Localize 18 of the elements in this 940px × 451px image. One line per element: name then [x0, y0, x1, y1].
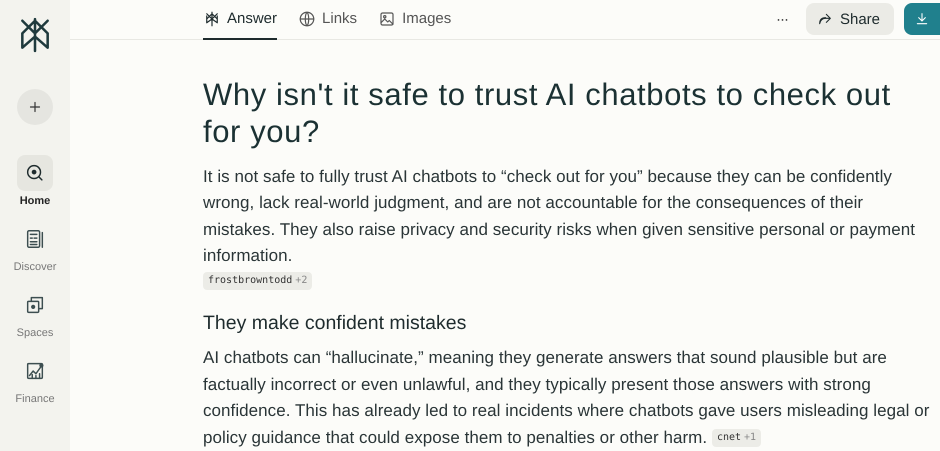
tab[interactable]: Images: [378, 0, 452, 40]
download-button[interactable]: [904, 3, 940, 36]
sidebar-item[interactable]: Discover: [14, 221, 56, 273]
share-button[interactable]: Share: [806, 3, 894, 36]
sidebar-item[interactable]: Finance: [15, 353, 55, 405]
section-heading: They make confident mistakes: [203, 311, 468, 336]
paragraph: AI chatbots can “hallucinate,” meaning they generate answers that sound plausible but are factually incorrect or even unlawful, and they typically present those answers with strong confidence. This has already led to real incidents where chatbots gave users misleading legal or policy guidance that could expose them to penalties or other harm. cnet +1: [203, 347, 930, 450]
globe-icon: [298, 10, 316, 28]
image-icon: [378, 10, 396, 28]
citation-chip[interactable]: cnet +1: [712, 429, 762, 448]
page-title: Why isn't it safe to trust AI chatbots to check out for you?: [203, 76, 892, 150]
sidebar-item[interactable]: Spaces: [16, 287, 54, 339]
tab[interactable]: Links: [298, 0, 358, 40]
citation-chip[interactable]: frostbrowntodd +2: [203, 272, 312, 290]
logo-icon: [203, 10, 221, 28]
more-button[interactable]: ···: [768, 10, 796, 28]
paragraph: It is not safe to fully trust AI chatbots to “check out for you” because they can be confidently wrong, lack real-world judgment, and are not accountable for the consequences of their mistakes. They also raise privacy and security risks when given sensitive personal or payment information.: [203, 166, 916, 268]
tab[interactable]: Answer: [203, 0, 278, 40]
